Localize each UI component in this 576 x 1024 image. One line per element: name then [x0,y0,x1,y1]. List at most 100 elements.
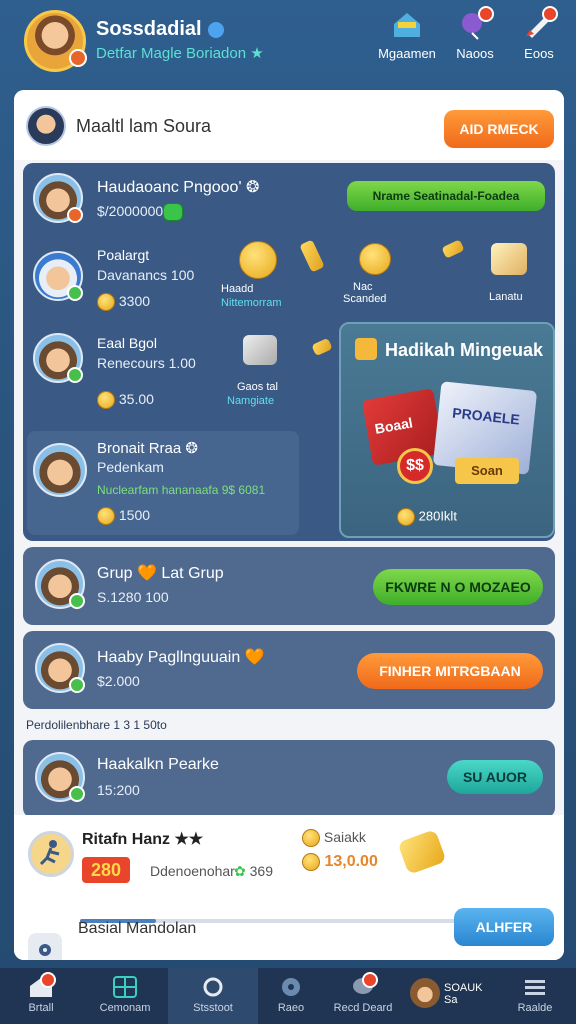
gift-card[interactable]: Hadikah Mingeuak Boaal PROAELE $$ Soan 2… [339,322,555,538]
group-sub: S.1280 100 [97,589,169,605]
coin-icon [302,829,320,848]
section-label: Perdolilenbhare 1 3 1 50to [26,718,167,732]
row-amount: 35.00 [118,391,154,407]
home-icon [390,10,424,40]
item-label: Gaos tal [237,381,278,393]
nav-item-naoos[interactable]: Naoos [440,6,510,61]
coin-icon [97,507,115,526]
row-name: Bronait Rraa ❂ [97,440,198,457]
row-sub: Davanancs 100 [97,267,195,283]
coin-icon [397,508,415,526]
row-name: Eaal Bgol [97,335,157,351]
chat-icon [278,976,304,998]
avatar[interactable] [33,443,87,497]
group-row[interactable]: Haaby Pagllnguuain 🧡 $2.000 FINHER MITRG… [23,631,555,709]
item-label: Nac [353,281,373,293]
rocket-icon [522,6,558,40]
top-bar: Maaltl lam Soura AID RMECK [14,90,564,160]
coins-label: Saiakk [323,829,366,845]
tab-brtall[interactable]: Brtall [0,968,82,1024]
item-label: Haadd [221,283,254,295]
grid-icon [112,976,138,998]
avatar[interactable] [35,559,85,609]
balloon-icon [458,6,494,40]
runner-icon [28,831,74,877]
row-action-button[interactable]: Nrame Seatinadal-Foadea [347,181,545,211]
pack-icon [243,335,277,365]
tab-recd-deard[interactable]: Recd Deard [322,968,404,1024]
coin-icon [97,293,115,312]
coin-icon [302,853,320,871]
notification-dot [40,972,56,988]
meta-count: 369 [249,863,273,879]
tab-cemonam[interactable]: Cemonam [84,968,166,1024]
coin-icon [97,391,115,410]
settings-icon[interactable] [28,933,62,960]
dollar-coin-icon [359,243,391,275]
row-name: Haakalkn Pearke [97,756,219,773]
gold-bar-icon [441,239,465,259]
group-action-button[interactable]: FINHER MITRGBAAN [357,653,543,689]
bubble-icon [350,972,378,998]
gift-icon [355,338,377,360]
item-sub: Scanded [343,293,387,305]
player-name: Ritafn Hanz ★★ [82,831,204,848]
star-coin-icon [239,241,277,279]
avatar[interactable] [33,333,83,383]
tab-raalde[interactable]: Raalde [494,968,576,1024]
tab-raeo[interactable]: Raeo [250,968,332,1024]
menu-icon [522,976,548,998]
meta-text: Ddenoenohar [150,863,235,879]
row-sub: $/2000000 [97,203,164,219]
status-badge [69,593,85,609]
item-sub: Nittemorram [221,297,282,309]
user-avatar[interactable] [24,10,87,72]
nav-item-mgaamen[interactable]: Mgaamen [372,10,442,61]
home-icon [28,972,56,998]
circle-icon [200,976,226,998]
box-icon [491,243,527,275]
row-note: Nuclearfam hananaafa 9$ 6081 [97,483,266,497]
row-amount: 1500 [118,507,151,523]
level-badge: 280 [82,857,130,883]
notification-dot [478,6,494,22]
status-badge [67,207,83,223]
coin-badge: Soan [455,458,519,484]
group-action-button[interactable]: FKWRE N O MOZAEO [373,569,543,605]
footer-action-button[interactable]: ALHFER [454,908,554,946]
add-button[interactable]: AID RMECK [444,110,554,148]
row-action-button[interactable]: SU AUOR [447,760,543,794]
tab-soauk[interactable]: SOAUK Sa [404,968,484,1024]
clover-icon: ✿ [234,863,246,879]
coins-value: 13,0.00 [324,853,378,871]
group-sub: $2.000 [97,673,140,689]
cash-icon [163,203,183,221]
avatar[interactable] [33,251,83,301]
gold-bar-icon [299,239,325,273]
footer-text: Basial Mandolan [78,920,197,937]
status-badge [67,367,83,383]
avatar[interactable] [35,752,85,802]
topbar-title: Maaltl lam Soura [76,116,212,136]
row-sub: 15:200 [97,782,140,798]
profile-avatar[interactable] [26,106,66,146]
tab-stsstoot[interactable]: Stsstoot [168,968,258,1024]
row-name: Poalargt [97,247,150,263]
row-sub: Renecours 1.00 [97,355,196,371]
tab-bar: Brtall Cemonam Stsstoot Raeo Recd Deard … [0,968,576,1024]
avatar[interactable] [33,173,83,223]
item-label: Lanatu [489,291,523,303]
status-badge [69,677,85,693]
status-badge [67,285,83,301]
notification-dot [362,972,378,988]
avatar[interactable] [35,643,85,693]
status-badge [69,786,85,802]
list-row[interactable]: Haakalkn Pearke 15:200 SU AUOR [23,740,555,818]
nav-item-eoos[interactable]: Eoos [504,6,574,61]
group-row[interactable]: Grup 🧡 Lat Grup S.1280 100 FKWRE N O MOZ… [23,547,555,625]
avatar-icon [410,978,440,1008]
gift-amount: 280Iklt [418,508,457,524]
notification-dot [542,6,558,22]
gold-bone-icon [397,829,447,875]
main-card: Maaltl lam Soura AID RMECK Haudaoanc Png… [14,90,564,960]
